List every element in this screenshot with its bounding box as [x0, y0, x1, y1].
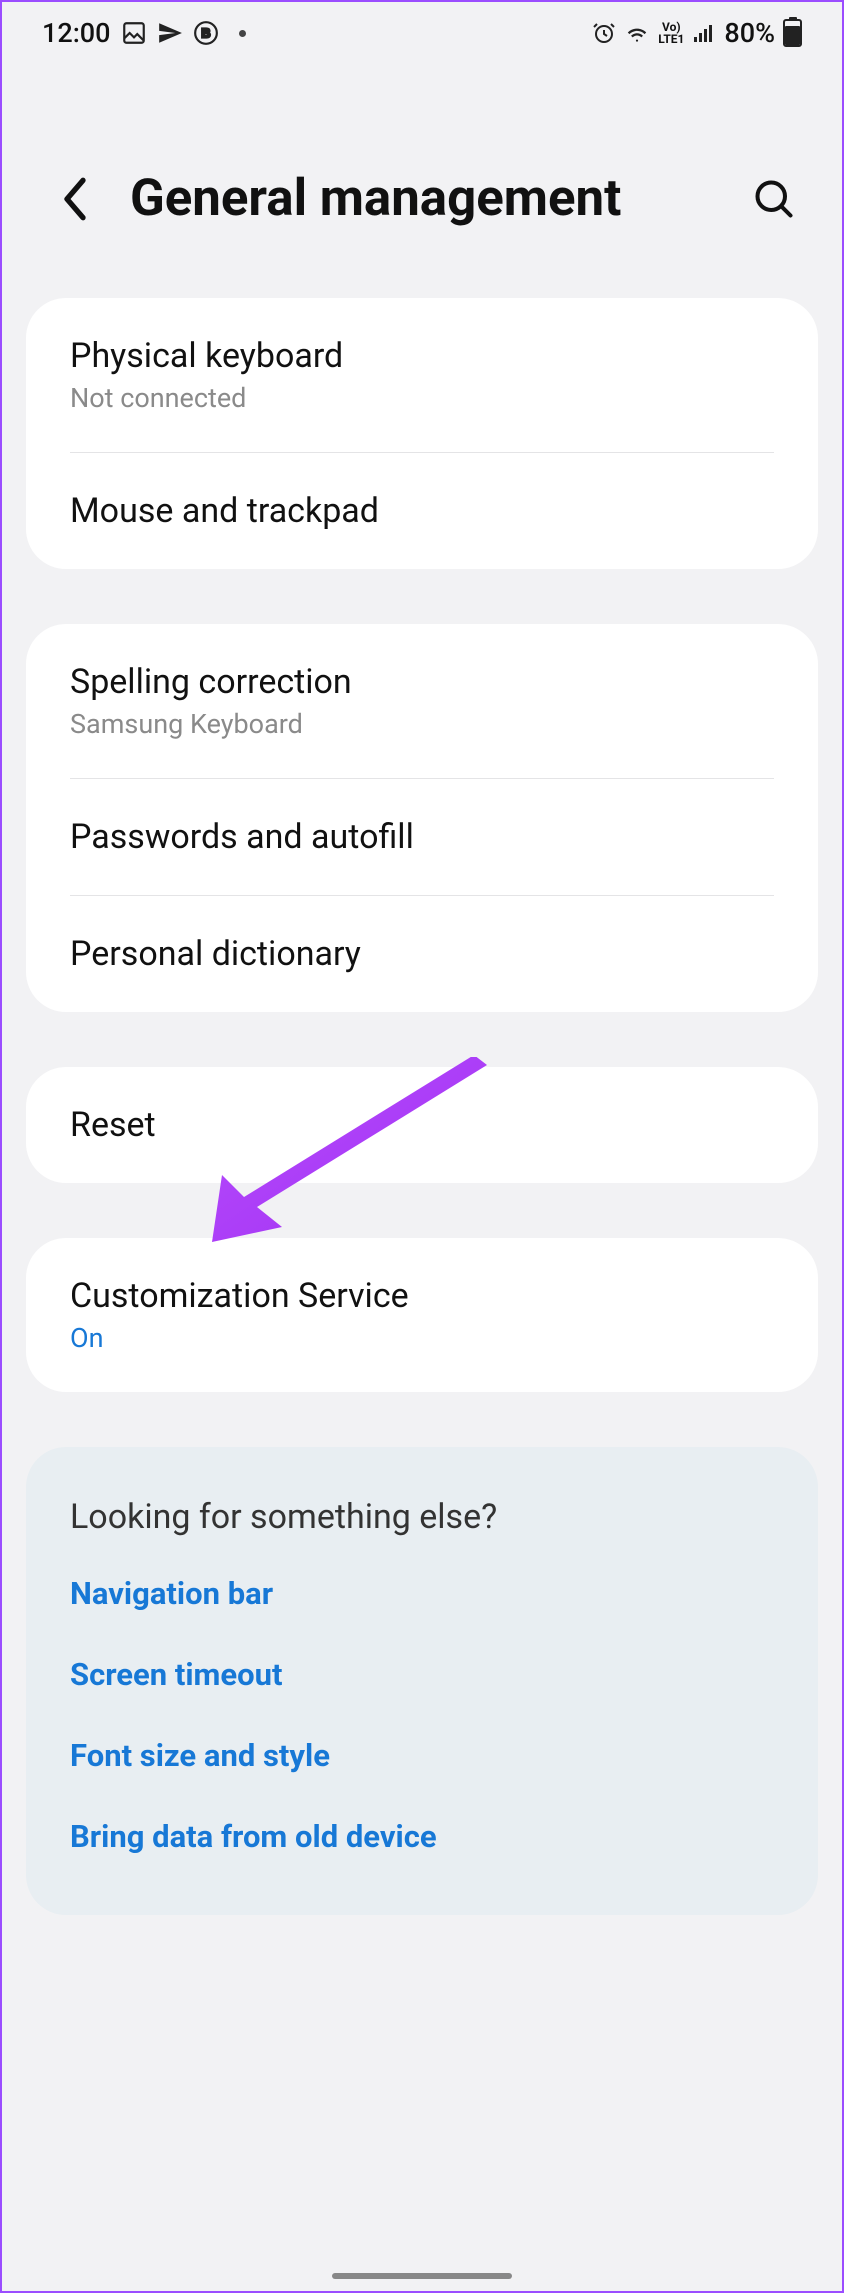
status-right: Vo)LTE1 80%	[592, 17, 802, 49]
personal-dictionary-item[interactable]: Personal dictionary	[26, 896, 818, 1012]
status-bar: 12:00 B Vo)LTE1 80%	[2, 2, 842, 59]
item-subtitle: On	[70, 1322, 774, 1354]
home-indicator[interactable]	[332, 2273, 512, 2279]
page-header: General management	[2, 59, 842, 298]
volte-icon: Vo)LTE1	[658, 21, 684, 45]
screen-timeout-link[interactable]: Screen timeout	[70, 1656, 774, 1693]
back-button[interactable]	[50, 174, 100, 224]
settings-group: Physical keyboard Not connected Mouse an…	[26, 298, 818, 569]
item-title: Passwords and autofill	[70, 817, 774, 857]
dot-icon	[239, 30, 246, 37]
reset-item[interactable]: Reset	[26, 1067, 818, 1183]
item-subtitle: Samsung Keyboard	[70, 708, 774, 740]
customization-service-item[interactable]: Customization Service On	[26, 1238, 818, 1392]
suggestions-card: Looking for something else? Navigation b…	[26, 1447, 818, 1915]
circle-b-icon: B	[193, 20, 219, 46]
suggestions-title: Looking for something else?	[70, 1497, 774, 1537]
item-title: Mouse and trackpad	[70, 491, 774, 531]
status-time: 12:00	[42, 17, 111, 49]
bring-data-link[interactable]: Bring data from old device	[70, 1818, 774, 1855]
send-icon	[157, 20, 183, 46]
font-size-style-link[interactable]: Font size and style	[70, 1737, 774, 1774]
search-icon	[752, 177, 796, 221]
svg-text:B: B	[201, 25, 210, 40]
status-left: 12:00 B	[42, 17, 246, 49]
item-title: Physical keyboard	[70, 336, 774, 376]
mouse-trackpad-item[interactable]: Mouse and trackpad	[26, 453, 818, 569]
navigation-bar-link[interactable]: Navigation bar	[70, 1575, 774, 1612]
battery-percent: 80%	[724, 17, 775, 49]
item-title: Spelling correction	[70, 662, 774, 702]
passwords-autofill-item[interactable]: Passwords and autofill	[26, 779, 818, 895]
physical-keyboard-item[interactable]: Physical keyboard Not connected	[26, 298, 818, 452]
item-subtitle: Not connected	[70, 382, 774, 414]
alarm-icon	[592, 21, 616, 45]
settings-group: Spelling correction Samsung Keyboard Pas…	[26, 624, 818, 1012]
search-button[interactable]	[746, 171, 802, 227]
wifi-icon	[624, 20, 650, 46]
page-title: General management	[130, 169, 716, 228]
chevron-left-icon	[59, 175, 91, 223]
item-title: Reset	[70, 1105, 774, 1145]
signal-icon	[692, 21, 716, 45]
spelling-correction-item[interactable]: Spelling correction Samsung Keyboard	[26, 624, 818, 778]
image-icon	[121, 20, 147, 46]
battery-icon	[783, 19, 802, 47]
item-title: Customization Service	[70, 1276, 774, 1316]
settings-group: Customization Service On	[26, 1238, 818, 1392]
settings-group: Reset	[26, 1067, 818, 1183]
item-title: Personal dictionary	[70, 934, 774, 974]
